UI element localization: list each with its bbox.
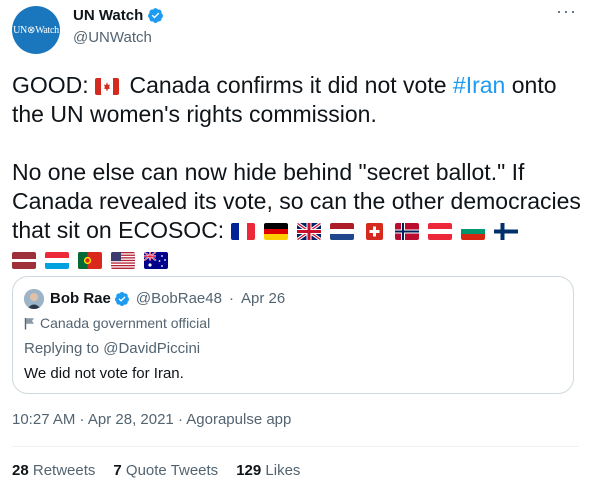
flag-icon bbox=[24, 317, 34, 329]
quoted-text: We did not vote for Iran. bbox=[24, 365, 184, 382]
united-states-flag-icon bbox=[111, 252, 135, 269]
norway-flag-icon bbox=[394, 223, 419, 240]
replying-to: Replying to @DavidPiccini bbox=[24, 340, 200, 357]
engagement-stats: 28 Retweets 7 Quote Tweets 129 Likes bbox=[12, 462, 300, 479]
quotes-label: Quote Tweets bbox=[125, 462, 219, 479]
tweet-paragraph-2: No one else can now hide behind "secret … bbox=[12, 158, 582, 274]
finland-flag-icon bbox=[493, 223, 518, 240]
verified-badge-icon bbox=[148, 8, 164, 23]
replying-to-prefix: Replying to bbox=[24, 340, 100, 357]
likes-label: Likes bbox=[265, 462, 301, 479]
government-label: Canada government official bbox=[24, 315, 210, 331]
retweets-count: 28 bbox=[12, 462, 29, 479]
tweet-prefix: GOOD: bbox=[12, 72, 89, 98]
tweet-timestamp-source[interactable]: 10:27 AM · Apr 28, 2021 · Agorapulse app bbox=[12, 411, 291, 428]
quote-tweets-stat[interactable]: 7 Quote Tweets bbox=[113, 462, 218, 479]
united-kingdom-flag-icon bbox=[296, 223, 321, 240]
austria-flag-icon bbox=[427, 223, 452, 240]
retweets-stat[interactable]: 28 Retweets bbox=[12, 462, 95, 479]
switzerland-flag-icon bbox=[365, 223, 383, 240]
latvia-flag-icon bbox=[12, 252, 36, 269]
separator-dot: · bbox=[228, 290, 234, 307]
likes-stat[interactable]: 129 Likes bbox=[236, 462, 300, 479]
tweet-text-segment: Canada confirms it did not vote bbox=[123, 72, 453, 98]
netherlands-flag-icon bbox=[329, 223, 354, 240]
france-flag-icon bbox=[230, 223, 255, 240]
likes-count: 129 bbox=[236, 462, 262, 479]
quoted-author-avatar[interactable] bbox=[24, 289, 44, 309]
verified-badge-icon bbox=[114, 291, 129, 306]
retweets-label: Retweets bbox=[32, 462, 96, 479]
bulgaria-flag-icon bbox=[460, 223, 485, 240]
quoted-date[interactable]: Apr 26 bbox=[241, 290, 285, 307]
quoted-name-row: Bob Rae @BobRae48 · Apr 26 bbox=[50, 290, 285, 307]
tweet-text: GOOD: Canada confirms it did not vote #I… bbox=[12, 71, 582, 274]
luxembourg-flag-icon bbox=[45, 252, 69, 269]
author-avatar[interactable]: UN⊗Watch bbox=[12, 6, 60, 54]
government-label-text: Canada government official bbox=[40, 315, 211, 331]
quoted-handle[interactable]: @BobRae48 bbox=[136, 290, 222, 307]
australia-flag-icon bbox=[144, 252, 168, 269]
portugal-flag-icon bbox=[78, 252, 102, 269]
quotes-count: 7 bbox=[113, 462, 122, 479]
more-options-icon[interactable]: ··· bbox=[556, 1, 577, 22]
divider bbox=[12, 446, 579, 447]
tweet-paragraph-1: GOOD: Canada confirms it did not vote #I… bbox=[12, 71, 582, 129]
hashtag-link[interactable]: #Iran bbox=[453, 72, 505, 98]
author-display-name[interactable]: UN Watch bbox=[73, 7, 143, 24]
author-name-row[interactable]: UN Watch bbox=[73, 7, 164, 24]
canada-flag-icon bbox=[95, 78, 120, 95]
germany-flag-icon bbox=[263, 223, 288, 240]
quoted-tweet[interactable]: Bob Rae @BobRae48 · Apr 26 Canada govern… bbox=[12, 276, 574, 394]
reply-mention-link[interactable]: @DavidPiccini bbox=[103, 340, 200, 357]
author-handle[interactable]: @UNWatch bbox=[73, 29, 152, 46]
quoted-display-name[interactable]: Bob Rae bbox=[50, 290, 111, 307]
